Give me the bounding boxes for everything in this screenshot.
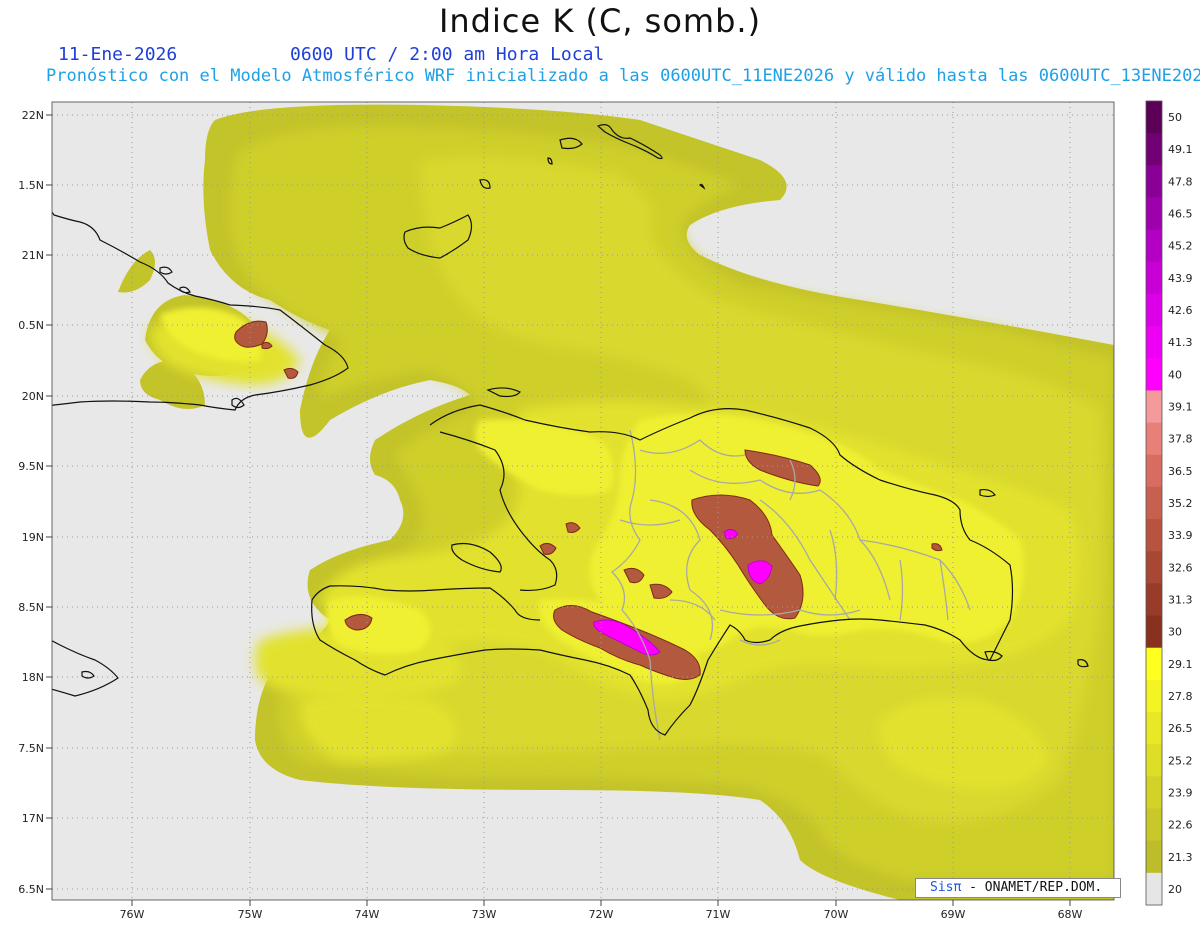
lon-label: 72W (589, 908, 614, 921)
colorbar-swatch (1146, 808, 1162, 842)
colorbar-swatch (1146, 647, 1162, 681)
credit-brand: Sisπ (930, 880, 962, 895)
lon-label: 74W (355, 908, 380, 921)
colorbar-swatch (1146, 679, 1162, 713)
colorbar-label: 39.1 (1168, 401, 1193, 414)
lon-label: 70W (824, 908, 849, 921)
lon-label: 75W (238, 908, 263, 921)
lat-label: 21N (22, 249, 44, 262)
colorbar-swatch (1146, 583, 1162, 617)
colorbar-label: 36.5 (1168, 465, 1193, 478)
colorbar-swatch (1146, 519, 1162, 552)
colorbar-swatch (1146, 390, 1162, 424)
lon-label: 69W (941, 908, 966, 921)
lat-label: 1.5N (18, 179, 44, 192)
colorbar-swatch (1146, 454, 1162, 488)
colorbar-label: 25.2 (1168, 754, 1193, 767)
colorbar-label: 32.6 (1168, 561, 1193, 574)
lat-label: 6.5N (18, 883, 44, 896)
colorbar-label: 33.9 (1168, 529, 1193, 542)
colorbar-label: 35.2 (1168, 497, 1193, 510)
colorbar-swatch (1146, 101, 1162, 134)
longitude-axis: 76W 75W 74W 73W 72W 71W 70W 69W 68W (120, 900, 1083, 921)
colorbar: 50 49.1 47.8 46.5 45.2 43.9 42.6 41.3 40 39.1 37.8… (1145, 100, 1193, 906)
lat-label: 9.5N (18, 460, 44, 473)
map-title: Indice K (C, somb.) (438, 2, 762, 40)
colorbar-label: 22.6 (1168, 819, 1193, 832)
credit-box: Sisπ - ONAMET/REP.DOM. (915, 878, 1121, 898)
colorbar-swatch (1146, 551, 1162, 584)
lat-label: 20N (22, 390, 44, 403)
colorbar-swatch (1146, 197, 1162, 231)
colorbar-label: 50 (1168, 111, 1182, 124)
lat-label: 7.5N (18, 742, 44, 755)
colorbar-swatch (1146, 358, 1162, 391)
forecast-description: Pronóstico con el Modelo Atmosférico WRF… (46, 66, 1200, 86)
colorbar-label: 29.1 (1168, 658, 1193, 671)
colorbar-swatch (1146, 615, 1162, 649)
colorbar-label: 23.9 (1168, 786, 1193, 799)
colorbar-swatch (1146, 293, 1162, 327)
colorbar-swatch (1146, 840, 1162, 874)
latitude-axis: 22N 1.5N 21N 0.5N 20N 9.5N 19N 8.5N 18N … (18, 109, 52, 896)
colorbar-label: 31.3 (1168, 593, 1193, 606)
colorbar-swatch (1146, 133, 1162, 166)
colorbar-label: 47.8 (1168, 175, 1193, 188)
colorbar-swatch (1146, 712, 1162, 745)
colorbar-label: 43.9 (1168, 272, 1193, 285)
lat-label: 8.5N (18, 601, 44, 614)
credit-org: ONAMET/REP.DOM. (984, 880, 1103, 895)
colorbar-label: 40 (1168, 368, 1182, 381)
colorbar-label: 42.6 (1168, 304, 1193, 317)
lon-label: 73W (472, 908, 497, 921)
colorbar-swatch (1146, 422, 1162, 456)
lat-label: 18N (22, 671, 44, 684)
lon-label: 71W (706, 908, 731, 921)
colorbar-label: 46.5 (1168, 208, 1193, 221)
credit-separator: - (961, 880, 985, 895)
lon-label: 76W (120, 908, 145, 921)
colorbar-label: 41.3 (1168, 336, 1193, 349)
forecast-map: 22N 1.5N 21N 0.5N 20N 9.5N 19N 8.5N 18N … (18, 100, 1193, 921)
colorbar-swatch (1146, 872, 1162, 906)
colorbar-swatch (1146, 326, 1162, 359)
colorbar-swatch (1146, 776, 1162, 810)
colorbar-label: 37.8 (1168, 433, 1193, 446)
lat-label: 17N (22, 812, 44, 825)
forecast-date: 11-Ene-2026 (58, 44, 178, 65)
colorbar-label: 26.5 (1168, 722, 1193, 735)
lon-label: 68W (1058, 908, 1083, 921)
colorbar-swatch (1146, 744, 1162, 777)
forecast-time: 0600 UTC / 2:00 am Hora Local (290, 44, 605, 65)
lat-label: 19N (22, 531, 44, 544)
colorbar-label: 27.8 (1168, 690, 1193, 703)
colorbar-label: 21.3 (1168, 851, 1193, 864)
lat-label: 0.5N (18, 319, 44, 332)
lat-label: 22N (22, 109, 44, 122)
colorbar-swatch (1146, 261, 1162, 295)
colorbar-label: 49.1 (1168, 143, 1193, 156)
colorbar-label: 20 (1168, 883, 1182, 896)
colorbar-swatch (1146, 229, 1162, 263)
colorbar-label: 30 (1168, 626, 1182, 639)
colorbar-label: 45.2 (1168, 240, 1193, 253)
colorbar-swatch (1146, 165, 1162, 198)
colorbar-swatch (1146, 486, 1162, 520)
